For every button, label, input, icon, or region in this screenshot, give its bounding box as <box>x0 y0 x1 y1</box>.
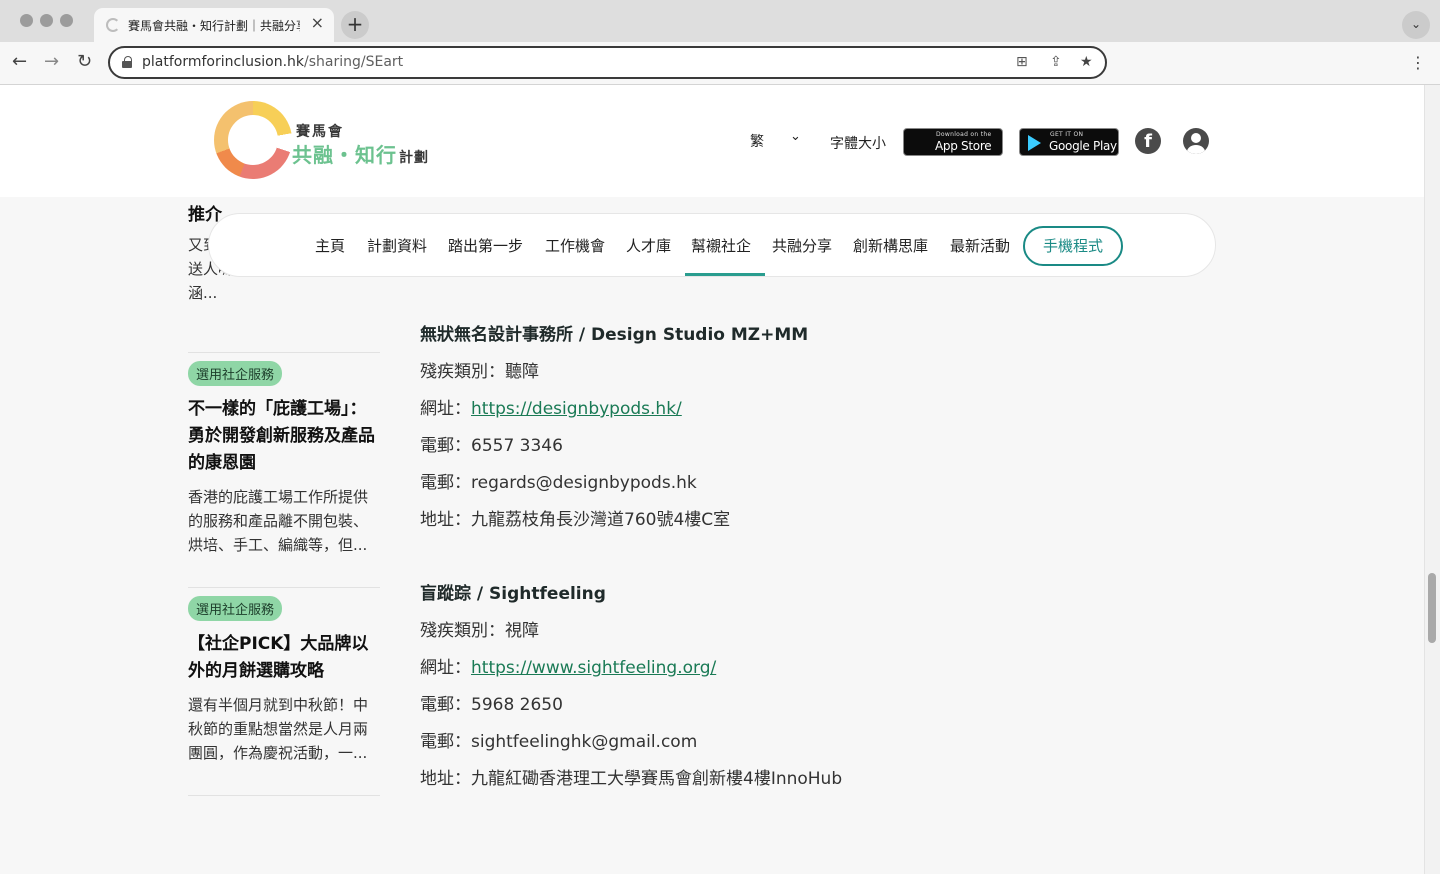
app-button[interactable]: 手機程式 <box>1023 226 1123 266</box>
sidebar-card-title[interactable]: 不一樣的「庇護工場」：勇於開發創新服務及產品的康恩園 <box>188 396 382 477</box>
address-value: 九龍紅磡香港理工大學賽馬會創新樓4樓InnoHub <box>471 769 843 789</box>
page-scrollbar[interactable] <box>1424 85 1440 874</box>
font-size-button[interactable]: 字體大小 <box>830 133 886 153</box>
bookmark-star-icon[interactable]: ★ <box>1080 54 1093 70</box>
share-icon[interactable]: ⇪ <box>1050 54 1062 70</box>
window-minimize-button[interactable] <box>40 14 53 27</box>
google-play-icon <box>1028 135 1041 151</box>
nav-item-home[interactable]: 主頁 <box>315 235 345 256</box>
sidebar-divider <box>188 587 380 588</box>
tab-close-icon[interactable]: × <box>311 13 324 32</box>
email-row: 電郵：regards@designbypods.hk <box>420 473 697 493</box>
app-store-badge[interactable]: Download on the App Store <box>903 128 1003 156</box>
category-tag[interactable]: 選用社企服務 <box>188 361 283 386</box>
nav-item-project-info[interactable]: 計劃資料 <box>367 235 427 256</box>
google-play-small-text: GET IT ON <box>1050 131 1084 138</box>
google-play-badge[interactable]: GET IT ON Google Play <box>1019 128 1119 156</box>
language-select[interactable]: 繁 <box>750 131 764 151</box>
enterprise-entry: 無狀無名設計事務所 / Design Studio MZ+MM 殘疾類別：聽障 … <box>420 323 808 532</box>
address-row: 地址：九龍紅磡香港理工大學賽馬會創新樓4樓InnoHub <box>420 769 843 789</box>
translate-icon[interactable]: ⊞ <box>1016 54 1028 70</box>
tab-search-button[interactable]: ⌄ <box>1402 11 1430 39</box>
sidebar-card-desc: 還有半個月就到中秋節！中秋節的重點想當然是人月兩團圓，作為慶祝活動，一... <box>188 696 369 762</box>
site-logo[interactable]: 賽馬會 共融・知行 計劃 <box>214 99 434 183</box>
disability-value: 聽障 <box>505 362 539 382</box>
app-store-text: App Store <box>935 139 992 153</box>
nav-item-events[interactable]: 最新活動 <box>950 235 1010 256</box>
sidebar-card[interactable]: 選用社企服務 【社企PICK】大品牌以外的月餅選購攻略 還有半個月就到中秋節！中… <box>188 596 382 765</box>
forward-arrow-icon[interactable]: → <box>44 51 59 72</box>
logo-line-1: 賽馬會 <box>296 124 344 140</box>
sidebar-divider <box>188 795 380 796</box>
browser-tab[interactable]: 賽馬會共融・知行計劃｜共融分享 × <box>94 8 334 42</box>
browser-menu-icon[interactable]: ⋮ <box>1410 53 1426 72</box>
url-text: platformforinclusion.hk/sharing/SEart <box>142 54 404 70</box>
scrollbar-thumb[interactable] <box>1428 573 1436 643</box>
website-link[interactable]: https://www.sightfeeling.org/ <box>471 658 716 678</box>
sidebar-card[interactable]: 選用社企服務 不一樣的「庇護工場」：勇於開發創新服務及產品的康恩園 香港的庇護工… <box>188 361 382 557</box>
sidebar-divider <box>188 352 380 353</box>
phone-value: 6557 3346 <box>471 436 563 456</box>
window-zoom-button[interactable] <box>60 14 73 27</box>
phone-value: 5968 2650 <box>471 695 563 715</box>
email-value: sightfeelinghk@gmail.com <box>471 732 698 752</box>
entry-title: 盲蹤踪 / Sightfeeling <box>420 584 606 604</box>
browser-tab-bar: 賽馬會共融・知行計劃｜共融分享 × + ⌄ <box>0 0 1440 42</box>
sidebar-card-title[interactable]: 【社企PICK】大品牌以外的月餅選購攻略 <box>188 631 382 685</box>
facebook-icon[interactable]: f <box>1135 128 1161 154</box>
email-value: regards@designbypods.hk <box>471 473 697 493</box>
page-viewport: 賽馬會 共融・知行 計劃 繁 ⌄ 字體大小 Download on the App… <box>0 85 1424 874</box>
lock-icon[interactable] <box>122 56 132 68</box>
logo-line-2: 共融・知行 計劃 <box>292 143 429 167</box>
email-row: 電郵：sightfeelinghk@gmail.com <box>420 732 698 752</box>
nav-item-social-enterprise[interactable]: 幫襯社企 <box>691 235 751 256</box>
phone-row: 電郵：5968 2650 <box>420 695 563 715</box>
phone-row: 電郵：6557 3346 <box>420 436 563 456</box>
chevron-down-icon[interactable]: ⌄ <box>790 129 801 144</box>
address-bar[interactable]: platformforinclusion.hk/sharing/SEart ⊞ … <box>108 46 1107 79</box>
nav-item-first-step[interactable]: 踏出第一步 <box>448 235 523 256</box>
google-play-text: Google Play <box>1049 139 1117 153</box>
nav-item-talent[interactable]: 人才庫 <box>626 235 671 256</box>
app-store-small-text: Download on the <box>936 131 992 138</box>
website-row: 網址：https://www.sightfeeling.org/ <box>420 658 717 678</box>
logo-ring-icon <box>214 101 292 179</box>
window-close-button[interactable] <box>20 14 33 27</box>
new-tab-button[interactable]: + <box>341 11 369 39</box>
address-value: 九龍荔枝角長沙灣道760號4樓C室 <box>471 510 731 530</box>
back-arrow-icon[interactable]: ← <box>12 51 27 72</box>
main-navigation: 主頁 計劃資料 踏出第一步 工作機會 人才庫 幫襯社企 共融分享 創新構思庫 最… <box>208 213 1216 277</box>
enterprise-entry: 盲蹤踪 / Sightfeeling 殘疾類別：視障 網址：https://ww… <box>420 582 842 791</box>
reload-icon[interactable]: ↻ <box>77 51 92 72</box>
user-account-icon[interactable] <box>1183 128 1209 154</box>
tab-title: 賽馬會共融・知行計劃｜共融分享 <box>128 19 300 33</box>
tab-loading-icon <box>106 18 120 32</box>
browser-toolbar: ← → ↻ platformforinclusion.hk/sharing/SE… <box>0 42 1440 85</box>
sidebar-card-desc: 香港的庇護工場工作所提供的服務和產品離不開包裝、烘培、手工、編織等，但... <box>188 488 369 554</box>
disability-row: 殘疾類別：聽障 <box>420 362 539 382</box>
nav-item-jobs[interactable]: 工作機會 <box>545 235 605 256</box>
nav-active-indicator <box>685 273 765 276</box>
disability-row: 殘疾類別：視障 <box>420 621 539 641</box>
category-tag[interactable]: 選用社企服務 <box>188 596 283 621</box>
disability-value: 視障 <box>505 621 539 641</box>
nav-item-ideas[interactable]: 創新構思庫 <box>853 235 928 256</box>
website-link[interactable]: https://designbypods.hk/ <box>471 399 682 419</box>
site-header: 賽馬會 共融・知行 計劃 繁 ⌄ 字體大小 Download on the App… <box>0 85 1424 197</box>
address-row: 地址：九龍荔枝角長沙灣道760號4樓C室 <box>420 510 731 530</box>
nav-item-sharing[interactable]: 共融分享 <box>772 235 832 256</box>
entry-title: 無狀無名設計事務所 / Design Studio MZ+MM <box>420 325 809 345</box>
website-row: 網址：https://designbypods.hk/ <box>420 399 682 419</box>
